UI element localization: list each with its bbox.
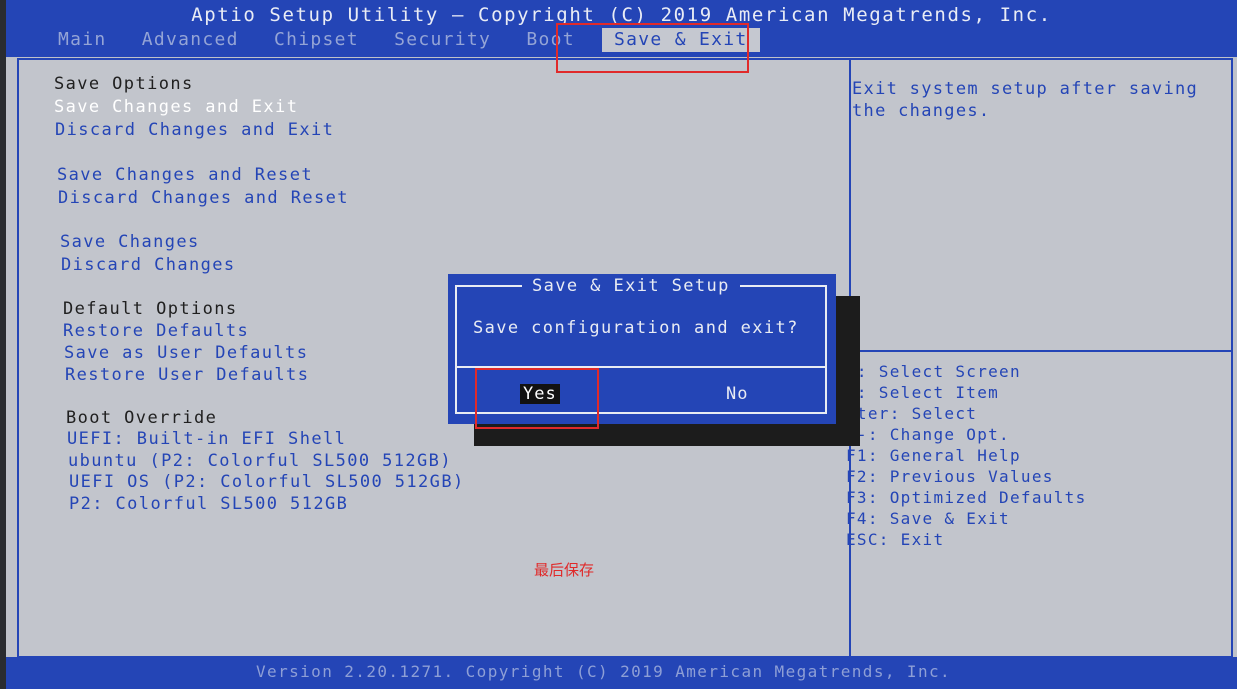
- key-select-screen: ←: Select Screen: [846, 362, 1021, 381]
- boot-option-ubuntu[interactable]: ubuntu (P2: Colorful SL500 512GB): [68, 451, 452, 471]
- key-f3-defaults: F3: Optimized Defaults: [846, 488, 1087, 507]
- key-legend: ←: Select Screen ↓: Select Item nter: Se…: [846, 361, 1087, 550]
- key-f4-save-exit: F4: Save & Exit: [846, 509, 1010, 528]
- menu-restore-defaults[interactable]: Restore Defaults: [63, 321, 249, 341]
- key-enter-select: nter: Select: [846, 404, 978, 423]
- tab-chipset[interactable]: Chipset: [274, 29, 359, 50]
- highlight-save-exit-tab: [556, 23, 749, 73]
- heading-default-options: Default Options: [63, 299, 238, 319]
- menu-restore-user-defaults[interactable]: Restore User Defaults: [65, 365, 309, 385]
- menu-save-changes-and-exit[interactable]: Save Changes and Exit: [54, 97, 298, 117]
- annotation-note: 最后保存: [534, 561, 595, 579]
- tab-main[interactable]: Main: [58, 29, 107, 50]
- boot-option-efi-shell[interactable]: UEFI: Built-in EFI Shell: [67, 429, 346, 449]
- tab-security[interactable]: Security: [394, 29, 491, 50]
- footer-version: Version 2.20.1271. Copyright (C) 2019 Am…: [256, 662, 952, 681]
- key-select-item: ↓: Select Item: [846, 383, 1000, 402]
- key-esc-exit: ESC: Exit: [846, 530, 945, 549]
- menu-save-as-user-defaults[interactable]: Save as User Defaults: [64, 343, 308, 363]
- footer-bar: Version 2.20.1271. Copyright (C) 2019 Am…: [6, 657, 1237, 689]
- menu-discard-changes-and-reset[interactable]: Discard Changes and Reset: [58, 188, 349, 208]
- heading-boot-override: Boot Override: [66, 408, 218, 428]
- help-divider: [851, 350, 1231, 352]
- heading-save-options: Save Options: [54, 74, 194, 94]
- no-button[interactable]: No: [726, 384, 748, 404]
- key-f1-help: F1: General Help: [846, 446, 1021, 465]
- tab-advanced[interactable]: Advanced: [142, 29, 239, 50]
- dialog-title: Save & Exit Setup: [522, 276, 740, 296]
- key-f2-previous: F2: Previous Values: [846, 467, 1054, 486]
- menu-save-changes-and-reset[interactable]: Save Changes and Reset: [57, 165, 313, 185]
- menu-discard-changes-and-exit[interactable]: Discard Changes and Exit: [55, 120, 334, 140]
- key-change-opt: /-: Change Opt.: [846, 425, 1010, 444]
- boot-option-p2-disk[interactable]: P2: Colorful SL500 512GB: [69, 494, 348, 514]
- help-description: Exit system setup after saving the chang…: [852, 79, 1199, 121]
- highlight-yes-button: [475, 368, 599, 429]
- menu-discard-changes[interactable]: Discard Changes: [61, 255, 236, 275]
- boot-option-uefi-os[interactable]: UEFI OS (P2: Colorful SL500 512GB): [69, 472, 465, 492]
- dialog-message: Save configuration and exit?: [473, 318, 799, 338]
- menu-save-changes[interactable]: Save Changes: [60, 232, 200, 252]
